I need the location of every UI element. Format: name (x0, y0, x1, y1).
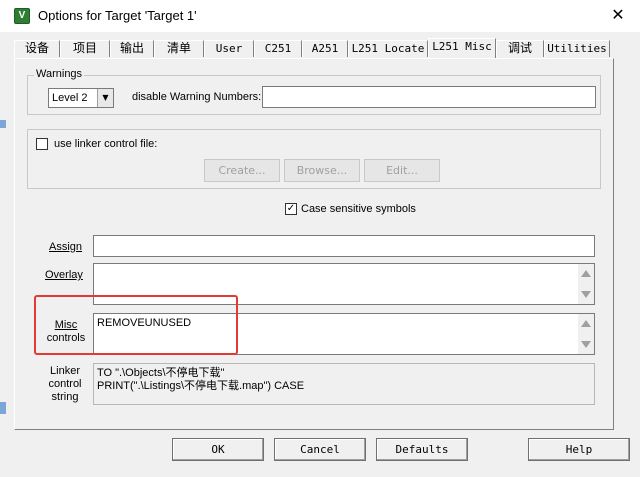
tab-user[interactable]: User (204, 40, 254, 57)
edit-button[interactable]: Edit... (364, 159, 440, 182)
scroll-down-icon[interactable] (581, 291, 591, 298)
case-sensitive-checkbox[interactable]: ✓ (285, 203, 297, 215)
linker-label-line2: control (48, 378, 82, 390)
overlay-label: Overlay (45, 269, 83, 281)
background-window-edge (0, 402, 6, 414)
scroll-down-icon[interactable] (581, 341, 591, 348)
l251-misc-panel: Warnings Level 2 ▼ disable Warning Numbe… (14, 58, 614, 430)
tab-utilities[interactable]: Utilities (544, 40, 610, 57)
case-sensitive-label: Case sensitive symbols (301, 203, 416, 215)
help-button[interactable]: Help (528, 438, 630, 461)
tab-l251-misc[interactable]: L251 Misc (428, 38, 496, 58)
browse-button[interactable]: Browse... (284, 159, 360, 182)
cancel-button[interactable]: Cancel (274, 438, 366, 461)
uvision-icon: V (14, 8, 30, 24)
use-linker-file-label: use linker control file: (54, 138, 158, 150)
linker-string-output: TO ".\Objects\不停电下载" PRINT(".\Listings\不… (93, 363, 595, 405)
tab-project[interactable]: 项目 (60, 40, 110, 57)
chevron-down-icon[interactable]: ▼ (97, 89, 113, 107)
tab-c251[interactable]: C251 (254, 40, 302, 57)
use-linker-file-checkbox[interactable] (36, 138, 48, 150)
disable-warnings-label: disable Warning Numbers: (132, 91, 262, 103)
title-bar: V Options for Target 'Target 1' ✕ (0, 0, 640, 32)
ok-button[interactable]: OK (172, 438, 264, 461)
close-icon[interactable]: ✕ (608, 5, 628, 25)
window-title: Options for Target 'Target 1' (38, 8, 197, 23)
scroll-up-icon[interactable] (581, 270, 591, 277)
warning-level-select[interactable]: Level 2 ▼ (48, 88, 114, 108)
tab-debug[interactable]: 调试 (496, 40, 544, 57)
tab-strip: 设备 项目 输出 清单 User C251 A251 L251 Locate L… (14, 38, 614, 58)
overlay-scrollbar[interactable] (578, 264, 594, 304)
assign-input[interactable] (93, 235, 595, 257)
linker-string-line1: TO ".\Objects\不停电下载" (97, 367, 225, 379)
scroll-up-icon[interactable] (581, 320, 591, 327)
disable-warnings-input[interactable] (262, 86, 596, 108)
linker-string-scrollbar (578, 364, 594, 404)
warning-level-value: Level 2 (52, 92, 88, 104)
linker-label-line3: string (51, 391, 79, 403)
tab-output[interactable]: 输出 (110, 40, 154, 57)
warnings-group: Warnings Level 2 ▼ disable Warning Numbe… (27, 68, 601, 115)
tab-l251-locate[interactable]: L251 Locate (348, 40, 428, 57)
assign-label: Assign (49, 241, 83, 253)
linker-file-group: use linker control file: Create... Brows… (27, 129, 601, 189)
linker-string-label: Linker control string (37, 365, 93, 404)
linker-string-line2: PRINT(".\Listings\不停电下载.map") CASE (97, 380, 305, 392)
linker-string-value: TO ".\Objects\不停电下载" PRINT(".\Listings\不… (97, 367, 304, 393)
background-window-edge (0, 120, 6, 128)
highlight-box (34, 295, 238, 355)
tab-device[interactable]: 设备 (14, 40, 60, 57)
create-button[interactable]: Create... (204, 159, 280, 182)
warnings-group-label: Warnings (34, 68, 85, 80)
tab-a251[interactable]: A251 (302, 40, 348, 57)
tab-listing[interactable]: 清单 (154, 40, 204, 57)
options-dialog: V Options for Target 'Target 1' ✕ 设备 项目 … (0, 0, 640, 477)
defaults-button[interactable]: Defaults (376, 438, 468, 461)
misc-scrollbar[interactable] (578, 314, 594, 354)
linker-label-line1: Linker (50, 365, 80, 377)
